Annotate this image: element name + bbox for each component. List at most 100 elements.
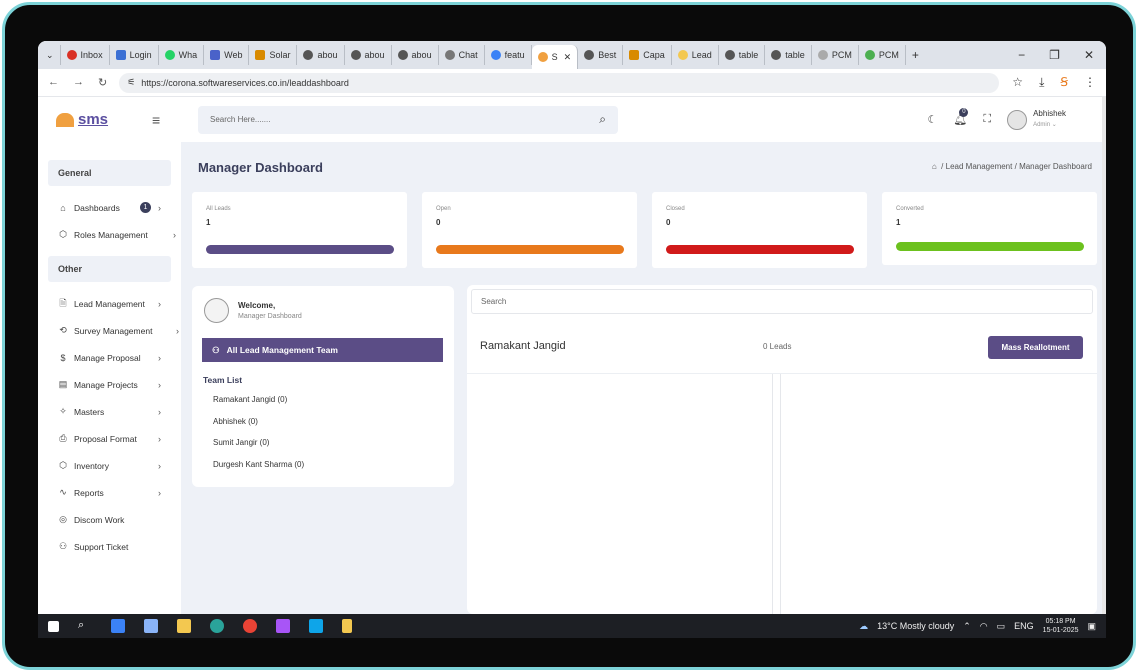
stat-card-converted: Converted 1 [882,192,1097,265]
sidebar-item-manage-proposal[interactable]: $ Manage Proposal › [58,344,181,371]
globe-icon [724,50,735,60]
stat-bar [896,242,1084,251]
new-tab-button[interactable]: + [906,45,925,65]
chrome-icon[interactable] [243,619,257,633]
whatsapp-icon [164,50,175,60]
forward-icon[interactable]: → [73,76,84,89]
tab-table-2[interactable]: table [765,45,812,65]
sidebar-item-discom-work[interactable]: ◎ Discom Work [58,506,181,533]
search-input[interactable]: Search Here....... ⌕ [198,105,618,134]
sidebar-item-roles-management[interactable]: ⬡ Roles Management › [58,221,181,248]
pcm-icon [864,50,875,60]
wifi-icon[interactable]: ◠ [980,621,988,632]
chevron-up-icon[interactable]: ⌃ [963,621,971,632]
team-member[interactable]: Sumit Jangir (0) [213,438,269,447]
scrollbar[interactable] [1102,97,1106,614]
file-explorer-icon[interactable] [177,619,191,633]
sidebar-item-survey-management[interactable]: ⟲ Survey Management › [58,317,181,344]
bell-icon[interactable]: 🔔︎ 0 [953,108,969,126]
windows-start-icon[interactable] [48,620,59,632]
home-icon: ⌂ [60,202,66,213]
site-settings-icon[interactable]: ⚟ [127,77,135,88]
tab-features[interactable]: featu [485,45,532,65]
leads-search-input[interactable]: Search [471,289,1093,314]
tab-solar[interactable]: Solar [249,45,298,65]
app-icon[interactable] [276,619,290,633]
minimize-icon[interactable]: − [1018,48,1025,62]
sidebar-item-manage-projects[interactable]: ▤ Manage Projects › [58,371,181,398]
app-icon[interactable] [144,619,158,633]
restore-icon[interactable]: ❐ [1049,48,1060,62]
sidebar-item-lead-management[interactable]: 🗎 Lead Management › [58,290,181,317]
pcm-icon [817,50,828,60]
top-bar: Search Here....... ⌕ ☾ 🔔︎ 0 ⛶ Abhishek Adm… [181,97,1106,142]
tab-whatsapp[interactable]: Wha [159,45,205,65]
refresh-icon: ⟲ [59,325,67,335]
tab-best[interactable]: Best [578,45,624,65]
search-icon[interactable]: ⌕ [599,112,606,127]
download-icon[interactable]: ⤓ [1039,75,1044,90]
dark-mode-icon[interactable]: ☾ [928,113,938,126]
tab-active-sms[interactable]: S ✕ [531,45,579,69]
sidebar-item-dashboards[interactable]: ⌂ Dashboards 1 › [58,194,181,221]
url-field[interactable]: ⚟ https://corona.softwareservices.co.in/… [119,72,1000,93]
sidebar-item-support-ticket[interactable]: ⚇ Support Ticket [58,533,181,560]
chevron-right-icon: › [158,352,161,363]
tool-icon: ✧ [59,406,67,416]
chatgpt-icon [444,50,455,60]
tab-about-3[interactable]: abou [392,45,439,65]
sidebar-item-proposal-format[interactable]: ⎙ Proposal Format › [58,425,181,452]
tab-pcm-1[interactable]: PCM [812,45,859,65]
globe-icon [350,50,361,60]
stat-bar [206,245,394,254]
user-menu[interactable]: Abhishek Admin ⌄ [1007,109,1066,130]
tab-about-2[interactable]: abou [345,45,392,65]
sidebar-item-reports[interactable]: ∿ Reports › [58,479,181,506]
back-icon[interactable]: ← [48,76,59,89]
users-icon: ⚇ [58,541,68,551]
sidebar-item-masters[interactable]: ✧ Masters › [58,398,181,425]
clock[interactable]: 05:18 PM 15-01-2025 [1043,617,1079,635]
breadcrumb-lead-management[interactable]: Lead Management [946,162,1013,171]
edge-icon[interactable] [210,619,224,633]
tab-lead[interactable]: Lead [672,45,719,65]
hamburger-icon[interactable]: ≡ [152,112,160,128]
tab-web[interactable]: Web [204,45,250,65]
server-icon: ▤ [58,379,68,389]
tab-login[interactable]: Login [110,45,159,65]
sidebar-section-other: Other [48,256,171,282]
battery-icon[interactable]: ▭ [997,621,1006,632]
tab-list-button[interactable]: ⌄ [38,45,61,65]
all-team-button[interactable]: ⚇ All Lead Management Team [202,338,443,362]
extension-icon[interactable]: Ꞩ [1060,75,1068,90]
team-member[interactable]: Durgesh Kant Sharma (0) [213,460,304,469]
close-tab-icon[interactable]: ✕ [564,52,572,63]
weather-icon[interactable]: ☁ [859,621,868,632]
tab-pcm-2[interactable]: PCM [859,45,906,65]
search-icon[interactable]: ⌕ [78,619,92,633]
close-window-icon[interactable]: ✕ [1084,48,1094,62]
tab-chat[interactable]: Chat [439,45,485,65]
box-icon: ⬡ [59,460,67,470]
language-indicator[interactable]: ENG [1014,621,1034,631]
team-member[interactable]: Abhishek (0) [213,417,258,426]
tab-about-1[interactable]: abou [297,45,345,65]
bookmark-star-icon[interactable]: ☆ [1012,75,1023,90]
tab-table-1[interactable]: table [719,45,766,65]
tab-inbox[interactable]: Inbox [61,45,110,65]
menu-dots-icon[interactable]: ⋮ [1084,75,1096,90]
sidebar-item-inventory[interactable]: ⬡ Inventory › [58,452,181,479]
reload-icon[interactable]: ↻ [98,76,107,89]
photos-icon[interactable] [309,619,323,633]
search-placeholder: Search Here....... [210,115,271,124]
weather-text[interactable]: 13°C Mostly cloudy [877,621,954,631]
fullscreen-icon[interactable]: ⛶ [983,113,991,126]
notification-icon[interactable]: ▣ [1087,621,1096,632]
home-icon[interactable]: ⌂ [932,162,937,171]
member-header: Ramakant Jangid 0 Leads Mass Reallotment [467,320,1097,374]
tab-capa[interactable]: Capa [623,45,672,65]
mass-reallotment-button[interactable]: Mass Reallotment [988,336,1083,359]
app-icon[interactable] [111,619,125,633]
app-icon[interactable] [342,619,352,633]
team-member[interactable]: Ramakant Jangid (0) [213,395,287,404]
